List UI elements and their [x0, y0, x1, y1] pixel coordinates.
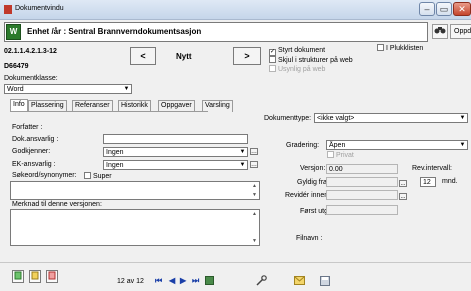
privat-checkbox [327, 151, 334, 158]
gradering-label: Gradering: [286, 142, 320, 149]
rev-intervall-field[interactable]: 12 [420, 177, 436, 187]
window-titlebar: Dokumentvindu – ▭ ✕ [0, 0, 471, 20]
gradering-select[interactable]: Åpen ▼ [326, 140, 468, 150]
app-icon [4, 5, 12, 14]
ek-ansvarlig-lookup-button[interactable]: … [250, 161, 258, 168]
tools-icon[interactable] [256, 275, 268, 288]
record-counter: 12 av 12 [117, 278, 144, 285]
dokumenttype-label: Dokumenttype: [264, 115, 312, 122]
versjon-label: Versjon: [300, 165, 326, 172]
document-class-label: Dokumentklasse: [4, 75, 58, 82]
godkjenner-select[interactable]: Ingen ▼ [103, 147, 248, 157]
super-option[interactable]: Super [84, 172, 112, 180]
document-class-value: Word [7, 86, 24, 93]
revider-innen-label: Revidér innen: [285, 192, 331, 199]
chevron-down-icon[interactable]: ▼ [122, 85, 131, 93]
scroll-up-icon[interactable]: ▲ [251, 211, 258, 217]
plukklisten-option[interactable]: I Plukklisten [377, 44, 423, 52]
godkjenner-lookup-button[interactable]: … [250, 148, 258, 155]
dok-ansvarlig-label: Dok.ansvarlig : [12, 136, 59, 143]
skjult-label: Skjul i strukturer på web [277, 57, 353, 64]
version-status: Nytt [176, 52, 192, 61]
dok-ansvarlig-field[interactable] [103, 134, 248, 144]
gyldig-fra-field [326, 177, 398, 187]
binoculars-icon[interactable] [432, 24, 448, 39]
rev-intervall-unit: mnd. [442, 178, 458, 185]
unit-title: Enhet /år : Sentral Brannverndokumentsas… [27, 27, 202, 36]
edit-doc-icon[interactable] [29, 270, 41, 283]
dokumenttype-value: <ikke valgt> [317, 115, 355, 122]
ek-ansvarlig-value: Ingen [106, 162, 124, 169]
word-document-icon[interactable]: W [6, 24, 21, 40]
update-button[interactable]: Oppdater [450, 24, 471, 39]
sokeord-label: Søkeord/synonymer: [12, 172, 77, 179]
plukklisten-checkbox[interactable] [377, 44, 384, 51]
chevron-down-icon[interactable]: ▼ [238, 148, 247, 156]
mail-icon[interactable] [294, 276, 305, 287]
styrt-dokument-option[interactable]: ✓ Styrt dokument [269, 47, 325, 56]
close-button[interactable]: ✕ [453, 2, 471, 16]
styrt-label: Styrt dokument [277, 47, 326, 54]
plukklisten-label: I Plukklisten [385, 45, 424, 52]
scroll-down-icon[interactable]: ▼ [251, 192, 258, 198]
super-label: Super [92, 173, 112, 180]
next-version-button[interactable]: > [233, 47, 261, 65]
gyldig-fra-date-button[interactable]: ... [399, 180, 407, 187]
prev-record-icon[interactable]: ◀ [169, 276, 175, 285]
save-icon[interactable] [320, 276, 330, 288]
scroll-up-icon[interactable]: ▲ [251, 183, 258, 189]
chevron-down-icon[interactable]: ▼ [238, 161, 247, 169]
godkjenner-label: Godkjenner: [12, 148, 51, 155]
document-id: D66479 [4, 63, 29, 70]
merknad-textarea[interactable]: ▲ ▼ [10, 209, 260, 246]
sokeord-textarea[interactable]: ▲ ▼ [10, 181, 260, 200]
gyldig-fra-label: Gyldig fra: [297, 179, 329, 186]
rev-intervall-label: Rev.intervall: [412, 165, 452, 172]
skjult-checkbox[interactable] [269, 56, 276, 63]
next-record-icon[interactable]: ▶ [180, 276, 186, 285]
minimize-button[interactable]: – [419, 2, 435, 16]
last-record-icon[interactable]: ⏭ [192, 276, 199, 286]
usynlig-label: Usynlig på web [277, 66, 326, 73]
super-checkbox[interactable] [84, 172, 91, 179]
privat-label: Privat [335, 152, 354, 159]
chevron-down-icon[interactable]: ▼ [458, 114, 467, 122]
document-class-select[interactable]: Word ▼ [4, 84, 132, 94]
filnavn-label: Filnavn : [296, 235, 323, 242]
merknad-label: Merknad til denne versjonen: [12, 201, 102, 208]
document-number: 02.1.1.4.2.1.3-12 [4, 48, 57, 55]
bottom-toolbar [0, 262, 471, 291]
usynlig-option: Usynlig på web [269, 65, 325, 73]
forfatter-label: Forfatter : [12, 124, 43, 131]
usynlig-checkbox [269, 65, 276, 72]
delete-doc-icon[interactable] [46, 270, 58, 283]
scroll-down-icon[interactable]: ▼ [251, 238, 258, 244]
forst-utgitt-field [326, 205, 398, 215]
new-doc-icon[interactable] [12, 270, 24, 283]
dokumenttype-select[interactable]: <ikke valgt> ▼ [314, 113, 468, 123]
window-title: Dokumentvindu [15, 5, 64, 12]
revider-innen-date-button[interactable]: ... [399, 193, 407, 200]
prev-version-button[interactable]: < [130, 47, 156, 65]
revider-innen-field [326, 190, 398, 200]
chevron-down-icon[interactable]: ▼ [458, 141, 467, 149]
ek-ansvarlig-select[interactable]: Ingen ▼ [103, 160, 248, 170]
ek-ansvarlig-label: EK-ansvarlig : [12, 161, 56, 168]
skjult-option[interactable]: Skjul i strukturer på web [269, 56, 353, 64]
first-record-icon[interactable]: ⏮ [155, 276, 162, 286]
grid-view-icon[interactable] [205, 276, 214, 285]
tab-divider [10, 111, 208, 112]
privat-option: Privat [327, 151, 354, 159]
maximize-button[interactable]: ▭ [436, 2, 452, 16]
godkjenner-value: Ingen [106, 149, 124, 156]
styrt-checkbox[interactable]: ✓ [269, 49, 276, 56]
gradering-value: Åpen [329, 142, 346, 149]
versjon-field: 0.00 [326, 164, 398, 174]
